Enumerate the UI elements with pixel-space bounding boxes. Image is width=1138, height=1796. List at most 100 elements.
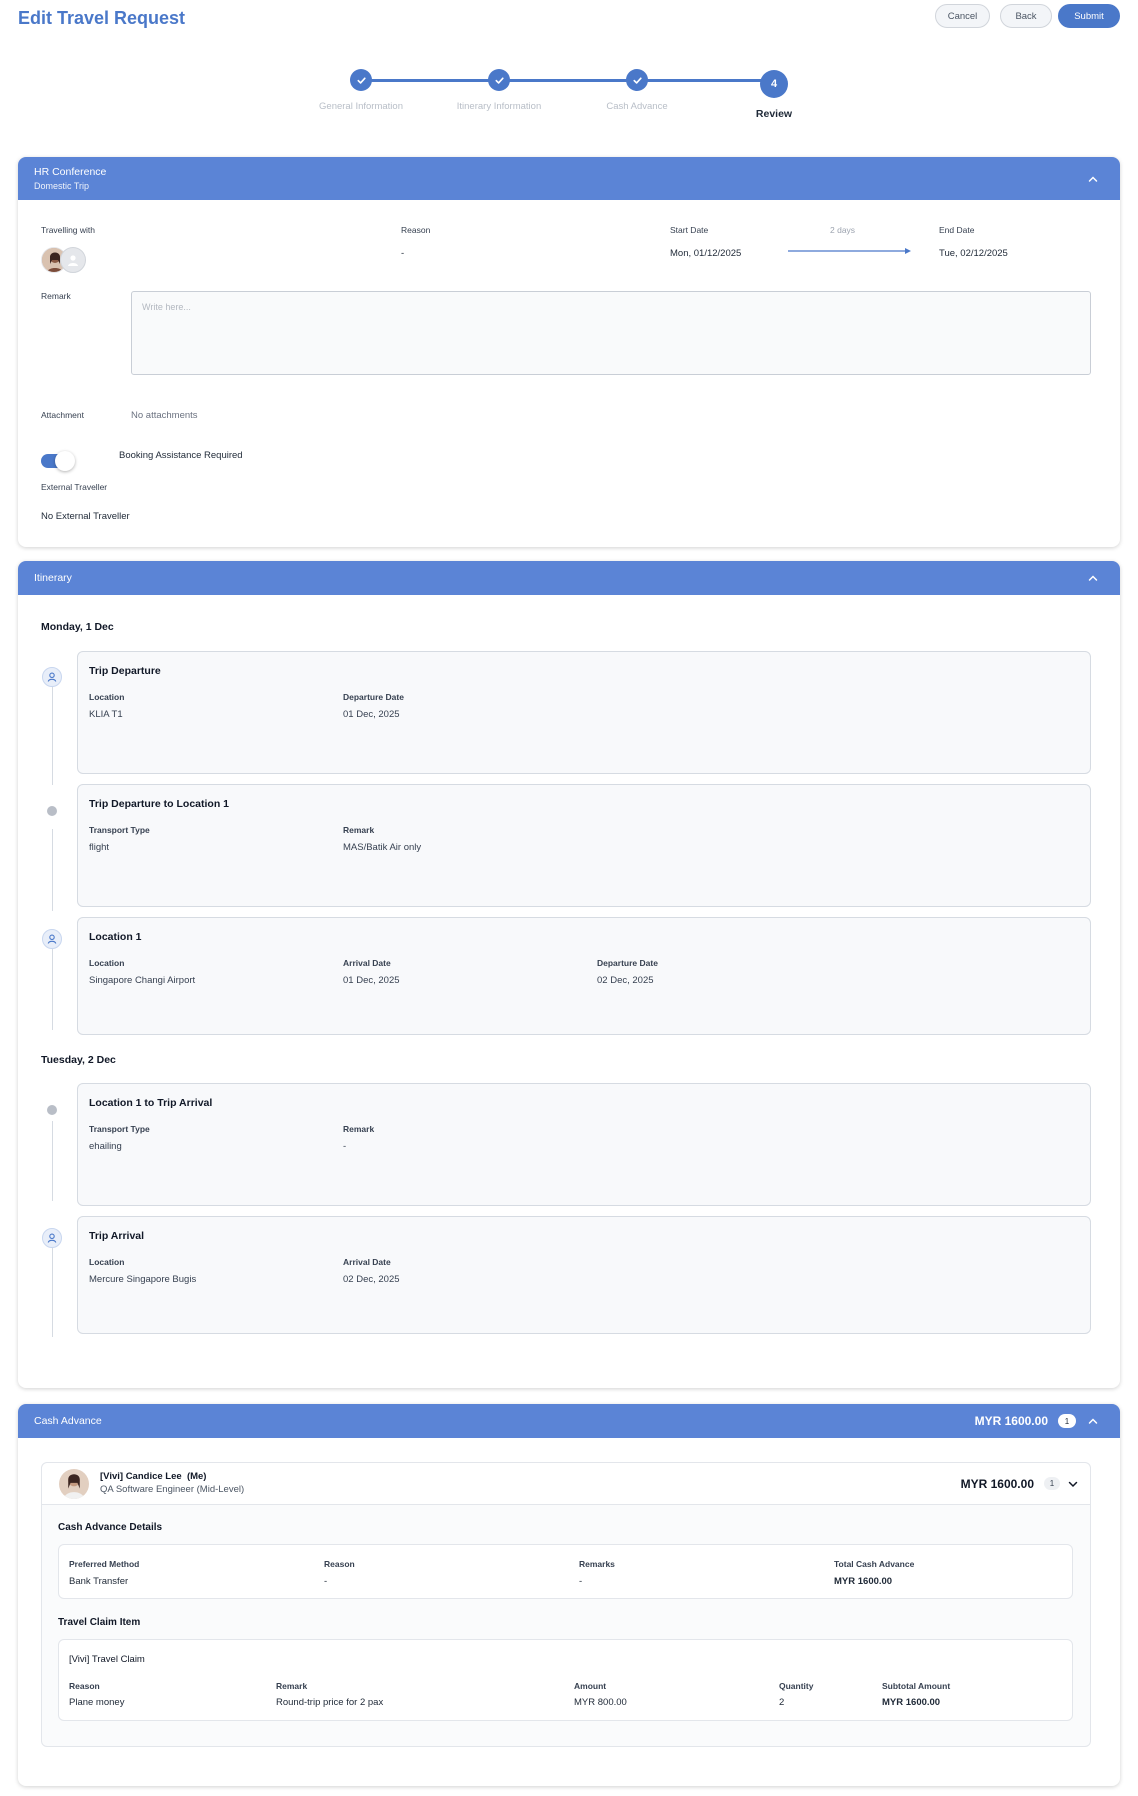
remark-field-wrapper [131,291,1091,375]
person-header[interactable]: [Vivi] Candice Lee (Me) QA Software Engi… [42,1463,1090,1505]
trip-card-header[interactable]: HR Conference Domestic Trip [18,157,1120,200]
duration-label: 2 days [830,225,856,235]
person-count-badge: 1 [1044,1477,1060,1490]
timeline-line [52,673,53,785]
submit-button[interactable]: Submit [1058,4,1120,28]
user-icon [68,255,78,266]
timeline-line [52,1121,53,1201]
itinerary-item-title: Trip Departure to Location 1 [89,798,230,810]
cash-advance-header[interactable]: Cash Advance MYR 1600.00 1 [18,1404,1120,1438]
count-badge: 1 [1058,1414,1076,1428]
field-label: Location [89,958,125,968]
start-date-label: Start Date [670,225,709,235]
external-traveller-label: External Traveller [41,482,108,492]
travel-claim-title: Travel Claim Item [58,1617,141,1628]
step-1-circle[interactable] [350,69,372,91]
check-icon [632,76,642,84]
itinerary-item-title: Trip Departure [89,665,161,677]
field-value: 02 Dec, 2025 [597,975,654,986]
field-label: Preferred Method [69,1559,140,1569]
itinerary-title: Itinerary [34,572,72,584]
field-label: Subtotal Amount [882,1681,951,1691]
step-4-circle[interactable]: 4 [760,70,788,98]
external-traveller-value: No External Traveller [41,511,130,522]
transport-dot-icon [47,806,57,816]
claim-name: [Vivi] Travel Claim [69,1654,145,1665]
cash-advance-card: Cash Advance MYR 1600.00 1 [Vivi] Candic… [18,1404,1120,1786]
timeline-line [52,942,53,1030]
itinerary-item[interactable]: Trip Departure to Location 1 Transport T… [77,784,1091,907]
field-value: MYR 800.00 [574,1697,627,1708]
field-value: 2 [779,1697,785,1708]
field-label: Remark [343,1124,375,1134]
field-label: Quantity [779,1681,814,1691]
step-label-general: General Information [319,101,403,112]
itinerary-item[interactable]: Trip Departure Location KLIA T1 Departur… [77,651,1091,774]
step-label-cash-advance: Cash Advance [606,101,668,112]
field-label: Location [89,1257,125,1267]
person-photo-icon [59,1469,89,1499]
itinerary-item-title: Location 1 to Trip Arrival [89,1097,213,1109]
travelling-with-label: Travelling with [41,225,96,235]
field-value: Round-trip price for 2 pax [276,1697,384,1708]
step-label-review: Review [755,108,793,120]
reason-value: - [401,248,405,259]
day-title: Monday, 1 Dec [41,621,114,633]
person-total: MYR 1600.00 [960,1477,1034,1491]
attachment-label: Attachment [41,410,84,420]
day-title: Tuesday, 2 Dec [41,1054,116,1066]
chevron-up-icon[interactable] [1088,573,1098,583]
field-label: Remarks [579,1559,615,1569]
step-3-circle[interactable] [626,69,648,91]
itinerary-header[interactable]: Itinerary [18,561,1120,595]
field-label: Arrival Date [343,958,391,968]
chevron-up-icon[interactable] [1088,174,1098,184]
trip-subtitle: Domestic Trip [34,181,90,191]
itinerary-item-title: Location 1 [89,931,142,943]
field-label: Remark [276,1681,308,1691]
trip-card: HR Conference Domestic Trip Travelling w… [18,157,1120,547]
field-value: Mercure Singapore Bugis [89,1274,197,1285]
page-title: Edit Travel Request [18,8,186,28]
field-value: flight [89,842,110,853]
trip-title: HR Conference [34,166,107,178]
itinerary-card: Itinerary Monday, 1 Dec Trip Departure L… [18,561,1120,1388]
location-person-icon [42,1228,62,1248]
booking-toggle[interactable] [41,451,75,471]
field-value: - [343,1141,347,1152]
itinerary-item[interactable]: Location 1 Location Singapore Changi Air… [77,917,1091,1035]
avatar-placeholder[interactable] [60,247,86,273]
field-value: MAS/Batik Air only [343,842,422,853]
end-date-value: Tue, 02/12/2025 [939,248,1008,259]
field-value: KLIA T1 [89,709,123,720]
field-value: Bank Transfer [69,1576,129,1587]
cash-advance-total: MYR 1600.00 [974,1414,1048,1428]
cancel-button[interactable]: Cancel [935,4,990,28]
field-label: Total Cash Advance [834,1559,915,1569]
back-button[interactable]: Back [1000,4,1052,28]
field-value: MYR 1600.00 [834,1576,893,1587]
field-value: - [324,1576,328,1587]
chevron-down-icon[interactable] [1068,1479,1078,1489]
field-label: Location [89,692,125,702]
field-label: Amount [574,1681,607,1691]
start-date-value: Mon, 01/12/2025 [670,248,742,259]
itinerary-item[interactable]: Location 1 to Trip Arrival Transport Typ… [77,1083,1091,1206]
field-value: Plane money [69,1697,125,1708]
chevron-up-icon[interactable] [1088,1416,1098,1426]
itinerary-item[interactable]: Trip Arrival Location Mercure Singapore … [77,1216,1091,1334]
field-label: Arrival Date [343,1257,391,1267]
person-role: QA Software Engineer (Mid-Level) [100,1484,245,1495]
cash-advance-details-title: Cash Advance Details [58,1522,163,1533]
transport-dot-icon [47,1105,57,1115]
remark-field[interactable] [132,292,1090,374]
step-2-circle[interactable] [488,69,510,91]
step-label-itinerary: Itinerary Information [456,101,542,112]
field-value: 02 Dec, 2025 [343,1274,400,1285]
end-date-label: End Date [939,225,975,235]
reason-label: Reason [401,225,431,235]
field-value: 01 Dec, 2025 [343,975,400,986]
field-label: Reason [69,1681,100,1691]
itinerary-item-title: Trip Arrival [89,1230,145,1242]
field-value: MYR 1600.00 [882,1697,941,1708]
